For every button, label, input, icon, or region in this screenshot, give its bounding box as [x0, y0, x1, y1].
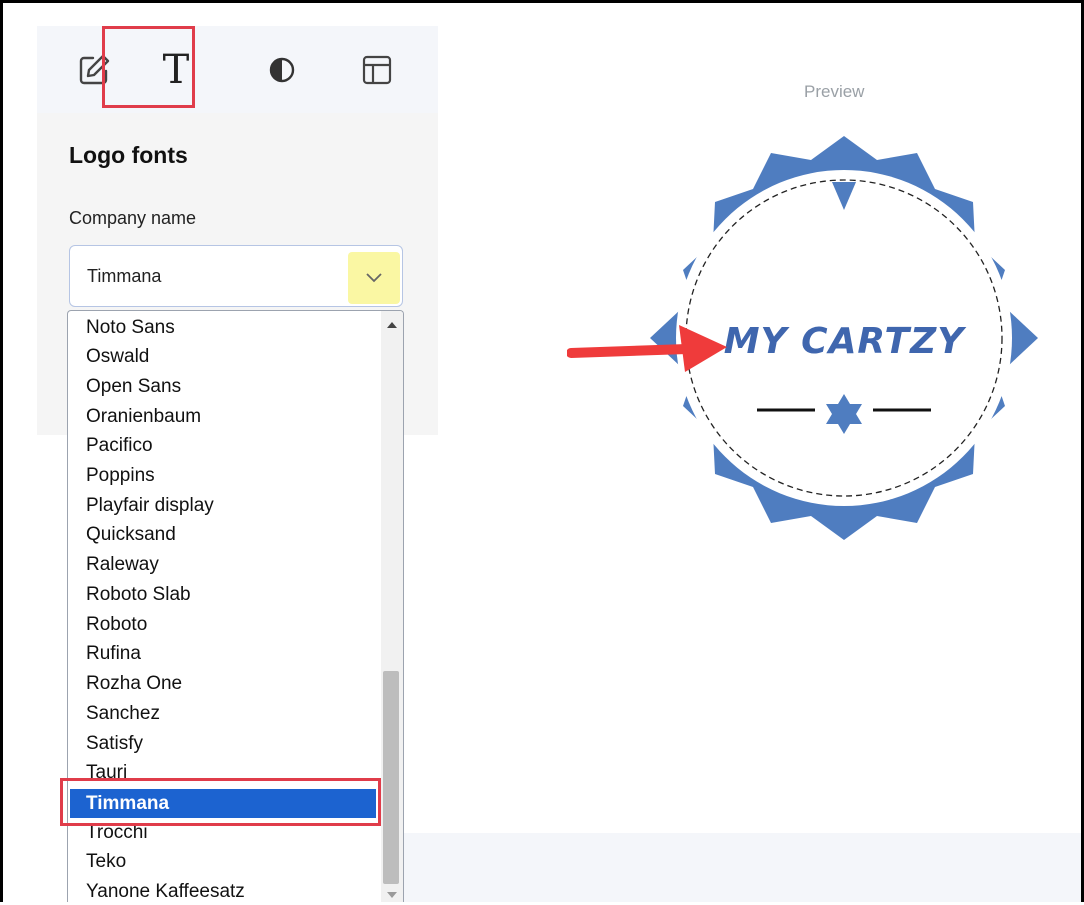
option-playfair-display[interactable]: Playfair display — [86, 491, 214, 520]
chevron-down-icon — [366, 273, 382, 283]
selected-option-highlight — [60, 778, 381, 826]
option-sanchez[interactable]: Sanchez — [86, 699, 160, 728]
editor-toolbar: T — [37, 26, 438, 113]
panel-title: Logo fonts — [69, 142, 188, 168]
option-roboto[interactable]: Roboto — [86, 610, 147, 639]
scroll-down-arrow-icon[interactable] — [387, 892, 397, 898]
text-tool-highlight — [102, 26, 195, 108]
scrollbar-thumb[interactable] — [383, 671, 399, 884]
option-yanone-kaffeesatz[interactable]: Yanone Kaffeesatz — [86, 877, 245, 905]
option-quicksand[interactable]: Quicksand — [86, 520, 176, 549]
option-open-sans[interactable]: Open Sans — [86, 372, 181, 401]
preview-label: Preview — [804, 82, 865, 101]
select-value: Timmana — [87, 266, 162, 286]
option-poppins[interactable]: Poppins — [86, 461, 155, 490]
dropdown-toggle[interactable] — [348, 252, 400, 304]
contrast-icon — [269, 57, 295, 82]
option-rozha-one[interactable]: Rozha One — [86, 669, 182, 698]
option-rufina[interactable]: Rufina — [86, 639, 141, 668]
option-satisfy[interactable]: Satisfy — [86, 729, 143, 758]
option-teko[interactable]: Teko — [86, 847, 126, 876]
dropdown-scrollbar[interactable] — [381, 311, 403, 905]
annotation-arrow-icon — [567, 325, 727, 372]
option-pacifico[interactable]: Pacifico — [86, 431, 153, 460]
bottom-bar — [404, 833, 1084, 905]
contrast-tool-button[interactable] — [247, 26, 317, 113]
layout-icon — [362, 55, 392, 84]
option-raleway[interactable]: Raleway — [86, 550, 159, 579]
option-oswald[interactable]: Oswald — [86, 342, 149, 371]
option-noto-sans[interactable]: Noto Sans — [86, 313, 175, 342]
layout-tool-button[interactable] — [342, 26, 412, 113]
logo-text: MY CARTZY — [724, 321, 967, 362]
scroll-up-arrow-icon[interactable] — [387, 322, 397, 328]
option-roboto-slab[interactable]: Roboto Slab — [86, 580, 191, 609]
option-oranienbaum[interactable]: Oranienbaum — [86, 402, 201, 431]
company-font-select[interactable]: Timmana — [69, 245, 403, 307]
company-name-label: Company name — [69, 208, 197, 228]
